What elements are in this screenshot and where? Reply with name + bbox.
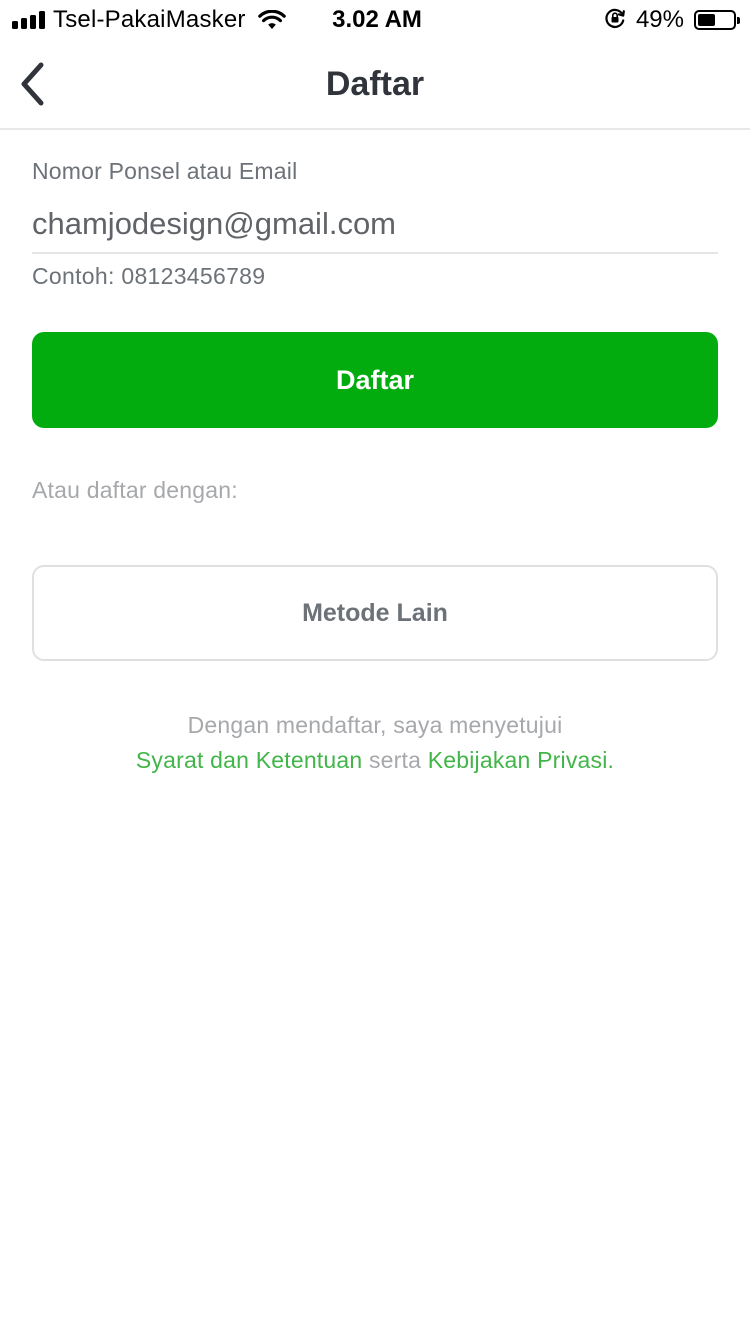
alternative-label: Atau daftar dengan: <box>32 477 238 503</box>
other-method-button[interactable]: Metode Lain <box>32 565 718 661</box>
battery-fill <box>698 14 715 26</box>
battery-icon <box>694 10 740 30</box>
terms-line-2: Syarat dan Ketentuan serta Kebijakan Pri… <box>0 743 750 778</box>
battery-cap <box>737 17 740 24</box>
status-bar-right: 49% <box>604 0 740 40</box>
terms-conjunction: serta <box>368 747 422 773</box>
email-field[interactable] <box>32 196 718 254</box>
register-button[interactable]: Daftar <box>32 332 718 428</box>
email-field-label: Nomor Ponsel atau Email <box>32 158 298 184</box>
page-title: Daftar <box>325 65 425 103</box>
header-bar: Daftar <box>0 40 750 130</box>
terms-period: . <box>607 747 615 773</box>
status-bar: Tsel-PakaiMasker 3.02 AM 49% <box>0 0 750 40</box>
email-field-hint: Contoh: 08123456789 <box>32 263 266 289</box>
orientation-lock-icon <box>604 7 626 34</box>
privacy-link[interactable]: Kebijakan Privasi <box>428 747 608 773</box>
battery-percent: 49% <box>635 6 684 33</box>
terms-line-1: Dengan mendaftar, saya menyetujui <box>187 712 563 738</box>
terms-text: Dengan mendaftar, saya menyetujui Syarat… <box>0 708 750 778</box>
terms-link[interactable]: Syarat dan Ketentuan <box>136 747 363 773</box>
